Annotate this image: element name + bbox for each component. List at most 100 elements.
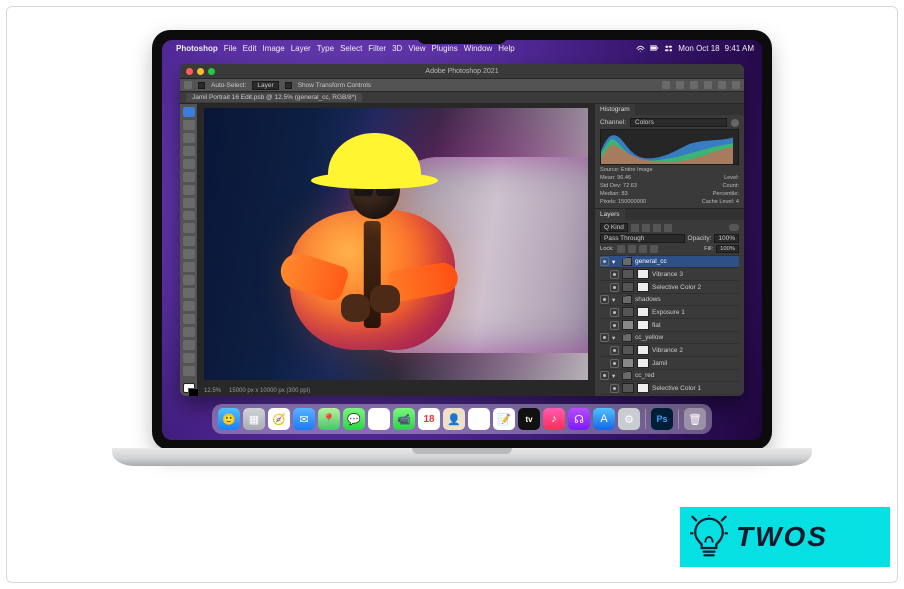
menu-select[interactable]: Select [340, 44, 362, 53]
menu-window[interactable]: Window [464, 44, 492, 53]
layer-name[interactable]: Vibrance 2 [652, 347, 739, 354]
move-tool[interactable] [183, 107, 195, 117]
canvas-area[interactable]: 12.5% 15000 px x 10000 px (300 ppi) [198, 104, 594, 396]
visibility-toggle[interactable] [600, 371, 609, 380]
layer-row[interactable]: flat [600, 318, 739, 331]
visibility-toggle[interactable] [610, 346, 619, 355]
menu-filter[interactable]: Filter [368, 44, 386, 53]
blur-tool[interactable] [183, 275, 195, 285]
zoom-readout[interactable]: 12.5% [204, 388, 221, 394]
mask-thumb[interactable] [637, 345, 649, 355]
visibility-toggle[interactable] [610, 308, 619, 317]
histogram-tab[interactable]: Histogram [595, 104, 635, 115]
channel-dropdown[interactable]: Colors [630, 118, 727, 127]
menu-help[interactable]: Help [498, 44, 514, 53]
type-tool[interactable] [183, 314, 195, 324]
menubar-time[interactable]: 9:41 AM [725, 44, 754, 53]
gradient-tool[interactable] [183, 262, 195, 272]
layer-row[interactable]: Selective Color 1 [600, 381, 739, 394]
dock-appstore-icon[interactable]: A [593, 408, 615, 430]
layer-name[interactable]: cc_yellow [635, 334, 739, 341]
dock-maps-icon[interactable]: 📍 [318, 408, 340, 430]
visibility-toggle[interactable] [600, 333, 609, 342]
menu-3d[interactable]: 3D [392, 44, 402, 53]
hand-tool[interactable] [183, 353, 195, 363]
layer-tree[interactable]: ▾ general_cc Vibrance 3 Selective Color 2 ▾s… [600, 255, 739, 396]
visibility-toggle[interactable] [600, 295, 609, 304]
visibility-toggle[interactable] [600, 257, 609, 266]
dock-trash-icon[interactable]: 🗑 [684, 408, 706, 430]
photoshop-titlebar[interactable]: Adobe Photoshop 2021 [180, 64, 744, 78]
lock-pixels-icon[interactable] [617, 245, 625, 253]
dock-facetime-icon[interactable]: 📹 [393, 408, 415, 430]
dock-tv-icon[interactable]: tv [518, 408, 540, 430]
menu-type[interactable]: Type [317, 44, 334, 53]
layer-row[interactable]: ▾ cc_red [600, 369, 739, 381]
menubar-date[interactable]: Mon Oct 18 [678, 44, 719, 53]
visibility-toggle[interactable] [610, 270, 619, 279]
refresh-icon[interactable] [731, 119, 739, 127]
layer-row[interactable]: ▾shadows [600, 293, 739, 305]
layer-row[interactable]: Jamil [600, 356, 739, 369]
layer-row[interactable]: Color Balance 1 [600, 394, 739, 396]
healing-tool[interactable] [183, 198, 195, 208]
zoom-button[interactable] [208, 68, 215, 75]
show-transform-checkbox[interactable] [285, 82, 292, 89]
battery-icon[interactable] [650, 44, 659, 53]
more-icon[interactable] [732, 81, 740, 89]
disclosure-icon[interactable]: ▾ [612, 372, 619, 380]
layer-name[interactable]: flat [652, 322, 739, 329]
layer-name[interactable]: cc_red [635, 372, 739, 379]
dock-contacts-icon[interactable]: 👤 [443, 408, 465, 430]
zoom-tool[interactable] [183, 366, 195, 376]
disclosure-icon[interactable]: ▾ [612, 334, 619, 342]
lock-position-icon[interactable] [628, 245, 636, 253]
filter-icon[interactable] [642, 224, 650, 232]
dock-safari-icon[interactable]: 🧭 [268, 408, 290, 430]
close-button[interactable] [186, 68, 193, 75]
layer-row[interactable]: Vibrance 2 [600, 343, 739, 356]
quick-select-tool[interactable] [183, 146, 195, 156]
layer-row[interactable]: ▾ general_cc [600, 255, 739, 267]
layer-name[interactable]: Exposure 1 [652, 309, 739, 316]
menu-file[interactable]: File [224, 44, 237, 53]
dock-photos-icon[interactable]: ✿ [368, 408, 390, 430]
disclosure-icon[interactable]: ▾ [612, 258, 619, 266]
layer-row[interactable]: Selective Color 2 [600, 280, 739, 293]
source-dropdown[interactable]: Entire Image [621, 167, 653, 173]
visibility-toggle[interactable] [610, 283, 619, 292]
eyedropper-tool[interactable] [183, 185, 195, 195]
disclosure-icon[interactable]: ▾ [612, 296, 619, 304]
menu-view[interactable]: View [408, 44, 425, 53]
filter-toggle[interactable] [729, 224, 739, 231]
dock-launchpad-icon[interactable]: ▦ [243, 408, 265, 430]
menu-photoshop[interactable]: Photoshop [176, 44, 218, 53]
filter-icon[interactable] [631, 224, 639, 232]
marquee-tool[interactable] [183, 120, 195, 130]
mask-thumb[interactable] [637, 383, 649, 393]
move-tool-icon[interactable] [184, 81, 192, 89]
layer-name[interactable]: Selective Color 2 [652, 284, 739, 291]
dock-calendar-icon[interactable]: 18 [418, 408, 440, 430]
layer-name[interactable]: general_cc [635, 258, 739, 265]
visibility-toggle[interactable] [610, 321, 619, 330]
align-icon[interactable] [676, 81, 684, 89]
mask-thumb[interactable] [637, 269, 649, 279]
dock-notes-icon[interactable]: 📝 [493, 408, 515, 430]
align-icon[interactable] [662, 81, 670, 89]
layer-row[interactable]: ▾ cc_yellow [600, 331, 739, 343]
mask-thumb[interactable] [637, 282, 649, 292]
layers-tab[interactable]: Layers [595, 209, 625, 220]
lasso-tool[interactable] [183, 133, 195, 143]
opacity-field[interactable]: 100% [714, 234, 739, 243]
kind-filter[interactable]: Q Kind [600, 223, 628, 232]
filter-icon[interactable] [653, 224, 661, 232]
pen-tool[interactable] [183, 301, 195, 311]
align-icon[interactable] [690, 81, 698, 89]
layer-name[interactable]: Vibrance 3 [652, 271, 739, 278]
auto-select-checkbox[interactable] [198, 82, 205, 89]
distribute-icon[interactable] [718, 81, 726, 89]
document-canvas[interactable] [204, 108, 588, 380]
document-tab[interactable]: Jamil Portrait 16 Edit.psb @ 12.5% (gene… [186, 93, 362, 102]
dock-finder-icon[interactable]: 🙂 [218, 408, 240, 430]
